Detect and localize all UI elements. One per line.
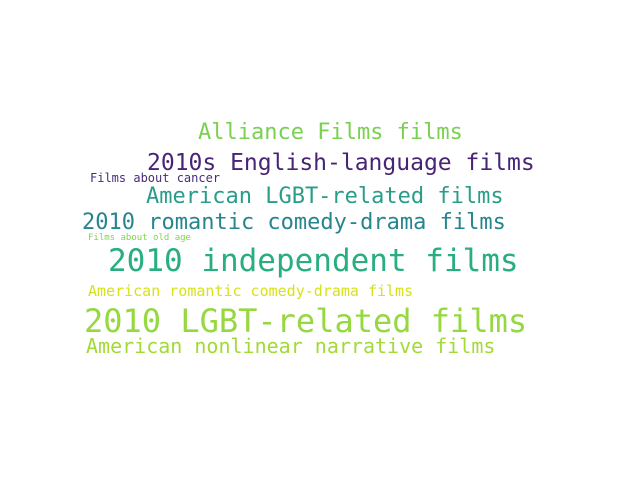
word-2010-romantic-comedy-drama: 2010 romantic comedy-drama films xyxy=(82,210,506,235)
word-american-romantic-comedy-drama: American romantic comedy-drama films xyxy=(88,282,414,300)
word-american-lgbt: American LGBT-related films xyxy=(146,184,504,209)
word-american-nonlinear: American nonlinear narrative films xyxy=(86,334,496,358)
word-films-about-cancer: Films about cancer xyxy=(90,171,221,185)
word-2010-independent: 2010 independent films xyxy=(108,243,519,279)
word-alliance-films: Alliance Films films xyxy=(198,120,463,145)
word-2010-lgbt: 2010 LGBT-related films xyxy=(84,302,528,340)
word-cloud: Alliance Films films 2010s English-langu… xyxy=(0,0,640,480)
word-films-about-old-age: Films about old age xyxy=(88,233,191,243)
